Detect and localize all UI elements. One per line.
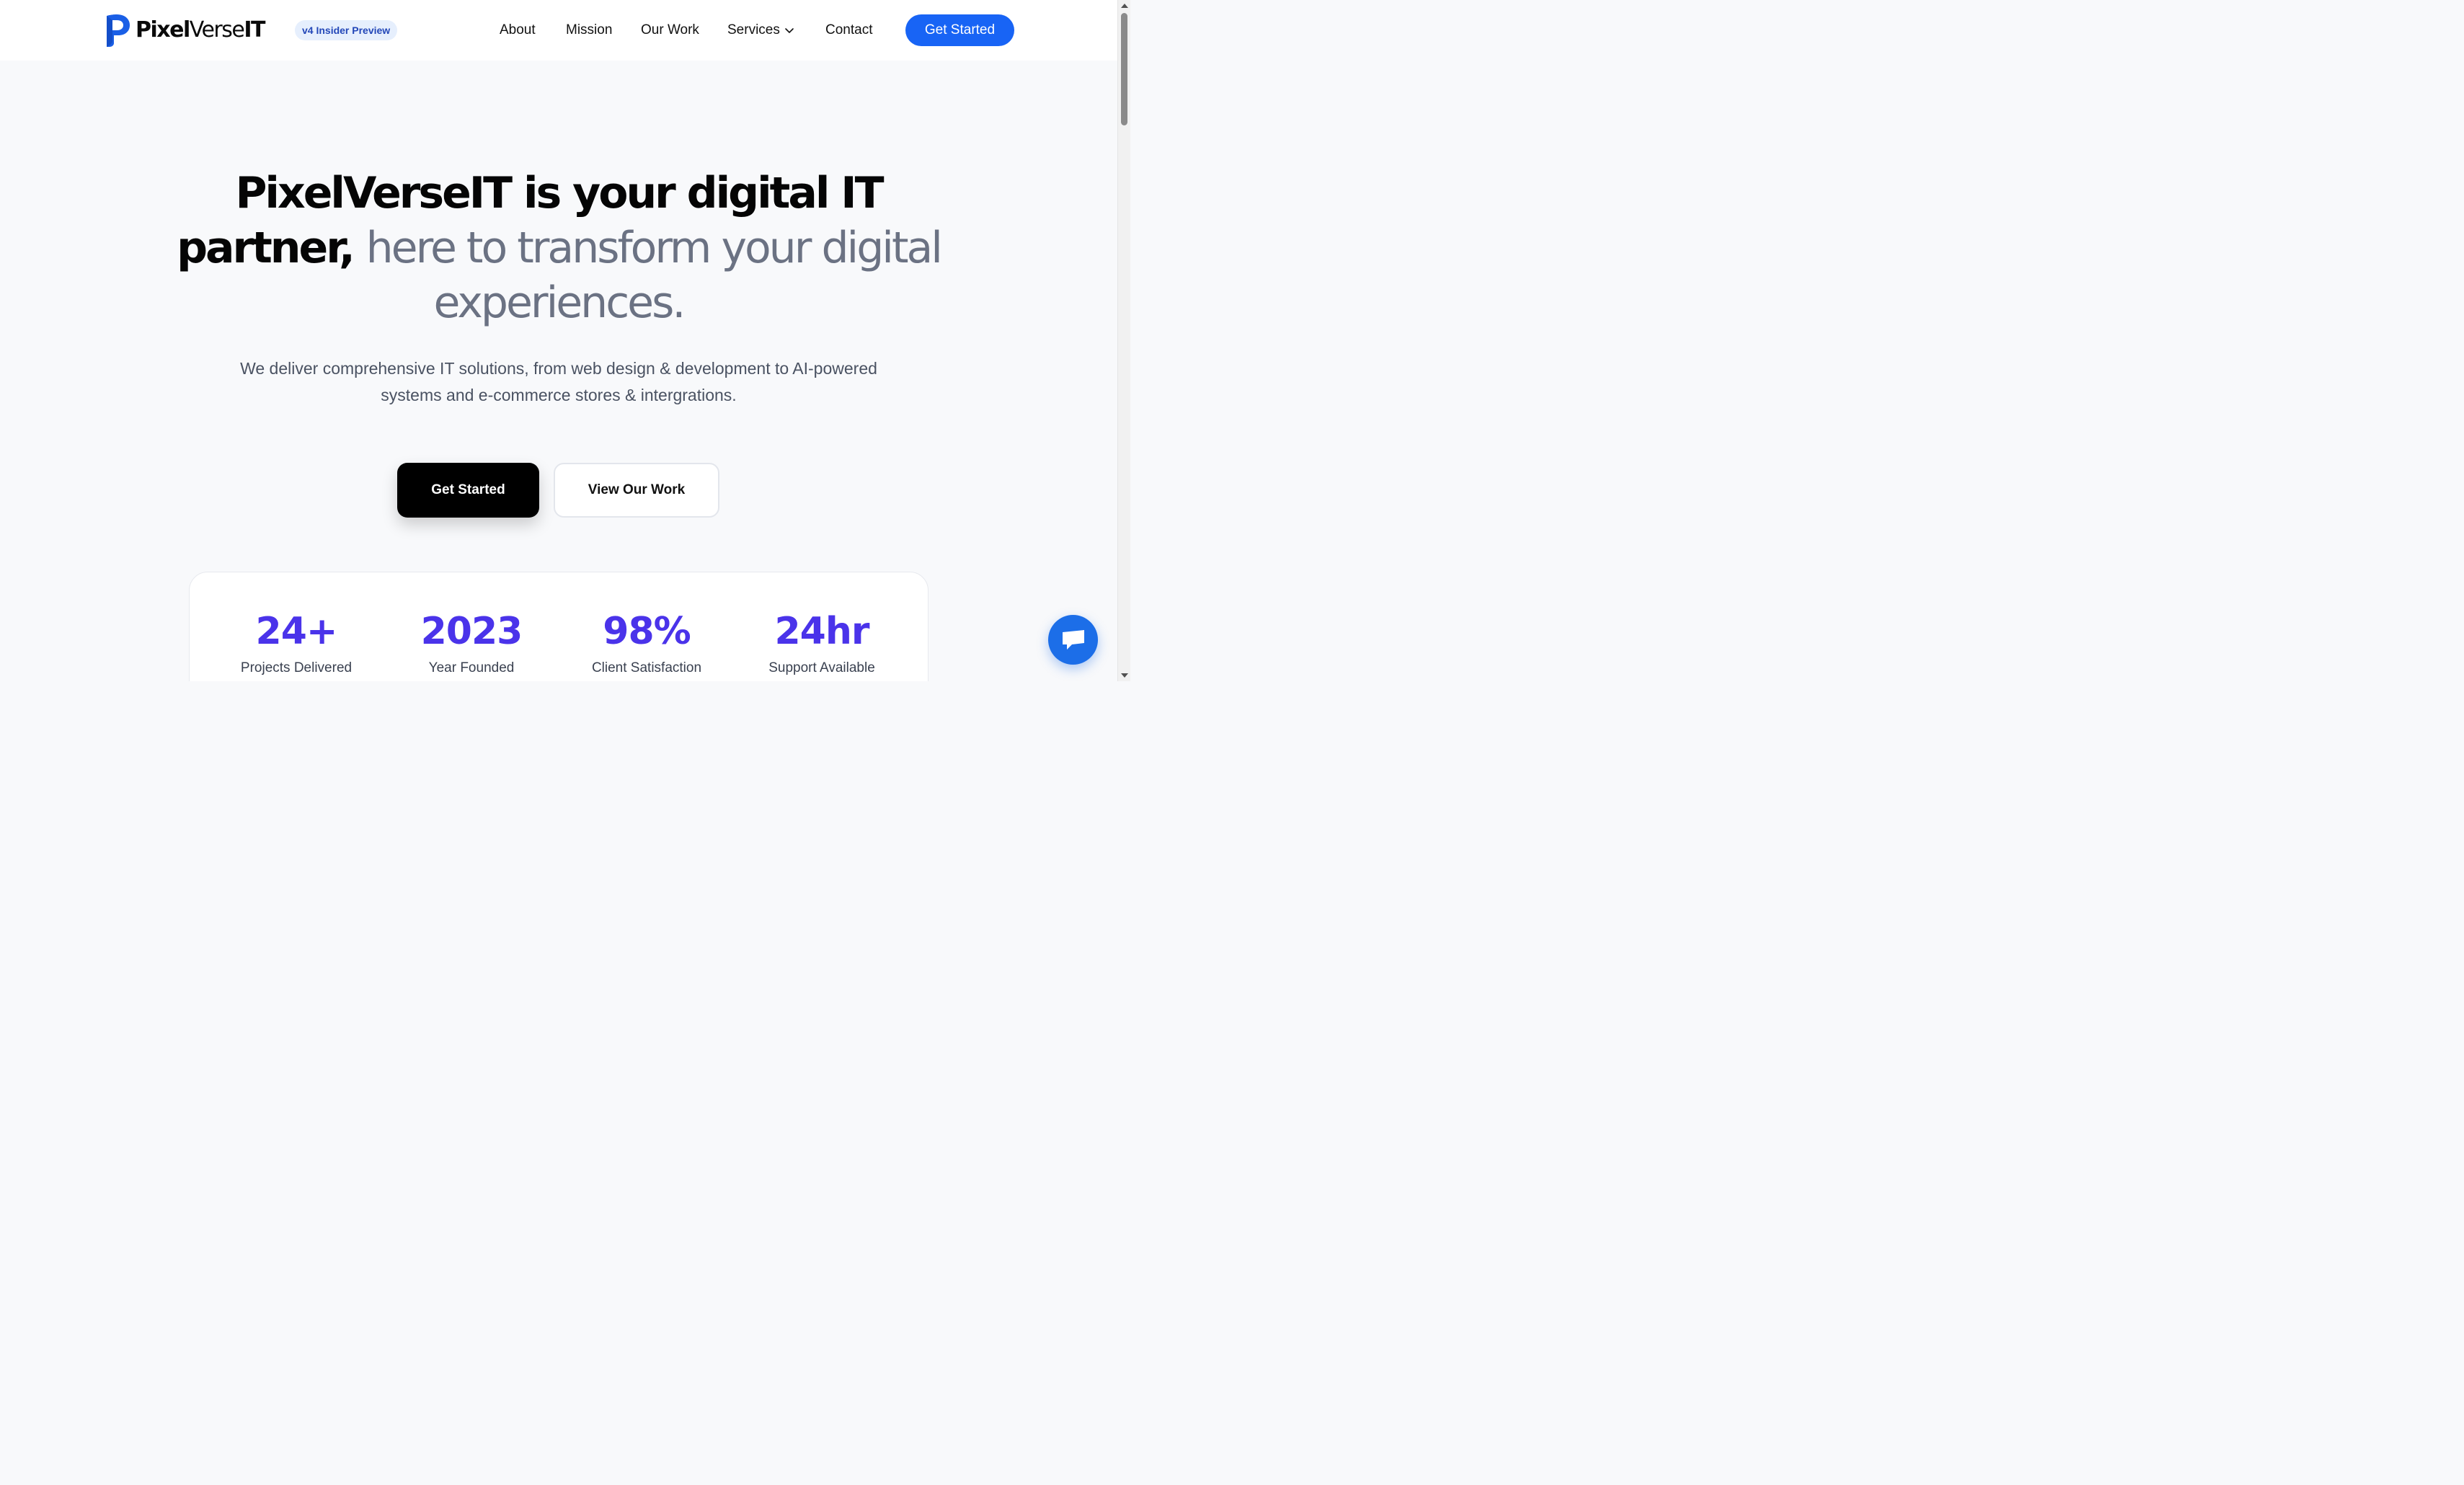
pixelverse-logo-icon — [107, 14, 130, 47]
stat-value: 24hr — [774, 610, 869, 653]
view-our-work-button[interactable]: View Our Work — [554, 463, 719, 518]
nav-services-label: Services — [727, 22, 780, 37]
stat-projects: 24+ Projects Delivered — [210, 608, 383, 678]
hero-title-soft: here to transform your digital experienc… — [365, 223, 943, 328]
hero-title: PixelVerseIT is your digital IT partner, … — [144, 166, 973, 330]
stat-support: 24hr Support Available — [735, 608, 908, 678]
chat-widget-button[interactable] — [1048, 615, 1098, 665]
page: PixelVerseIT v4 Insider Preview About Mi… — [0, 0, 1117, 681]
stat-satisfaction: 98% Client Satisfaction — [560, 608, 733, 678]
scroll-up-icon[interactable] — [1121, 4, 1128, 8]
hero-title-strong: PixelVerseIT is your digital IT — [235, 168, 884, 218]
page-scrollbar[interactable] — [1117, 0, 1130, 681]
site-header: PixelVerseIT v4 Insider Preview About Mi… — [0, 0, 1117, 61]
hero-subtitle: We deliver comprehensive IT solutions, f… — [240, 359, 877, 404]
stat-label: Year Founded — [428, 660, 515, 675]
scroll-down-icon[interactable] — [1121, 673, 1128, 678]
logo-link[interactable]: PixelVerseIT — [102, 13, 265, 48]
nav-contact[interactable]: Contact — [825, 21, 872, 40]
stat-founded: 2023 Year Founded — [385, 608, 558, 678]
version-badge: v4 Insider Preview — [295, 20, 398, 40]
stat-value: 2023 — [420, 610, 523, 653]
hero-title-strong-2: partner, — [177, 223, 355, 273]
stat-value: 24+ — [255, 610, 338, 653]
stat-value: 98% — [603, 610, 691, 653]
scroll-thumb[interactable] — [1121, 13, 1127, 125]
chevron-down-icon — [785, 28, 794, 33]
nav-mission[interactable]: Mission — [566, 21, 612, 40]
nav-our-work[interactable]: Our Work — [641, 21, 699, 40]
stat-label: Projects Delivered — [240, 660, 353, 675]
hero-get-started-button[interactable]: Get Started — [397, 463, 539, 518]
stats-card: 24+ Projects Delivered 2023 Year Founded… — [189, 572, 929, 681]
stat-label: Support Available — [768, 660, 875, 675]
nav-about[interactable]: About — [500, 21, 536, 40]
header-get-started-button[interactable]: Get Started — [905, 14, 1014, 46]
nav-services[interactable]: Services — [727, 21, 794, 40]
stat-label: Client Satisfaction — [591, 660, 702, 675]
brand-name: PixelVerseIT — [136, 17, 265, 43]
chat-icon — [1062, 629, 1084, 650]
